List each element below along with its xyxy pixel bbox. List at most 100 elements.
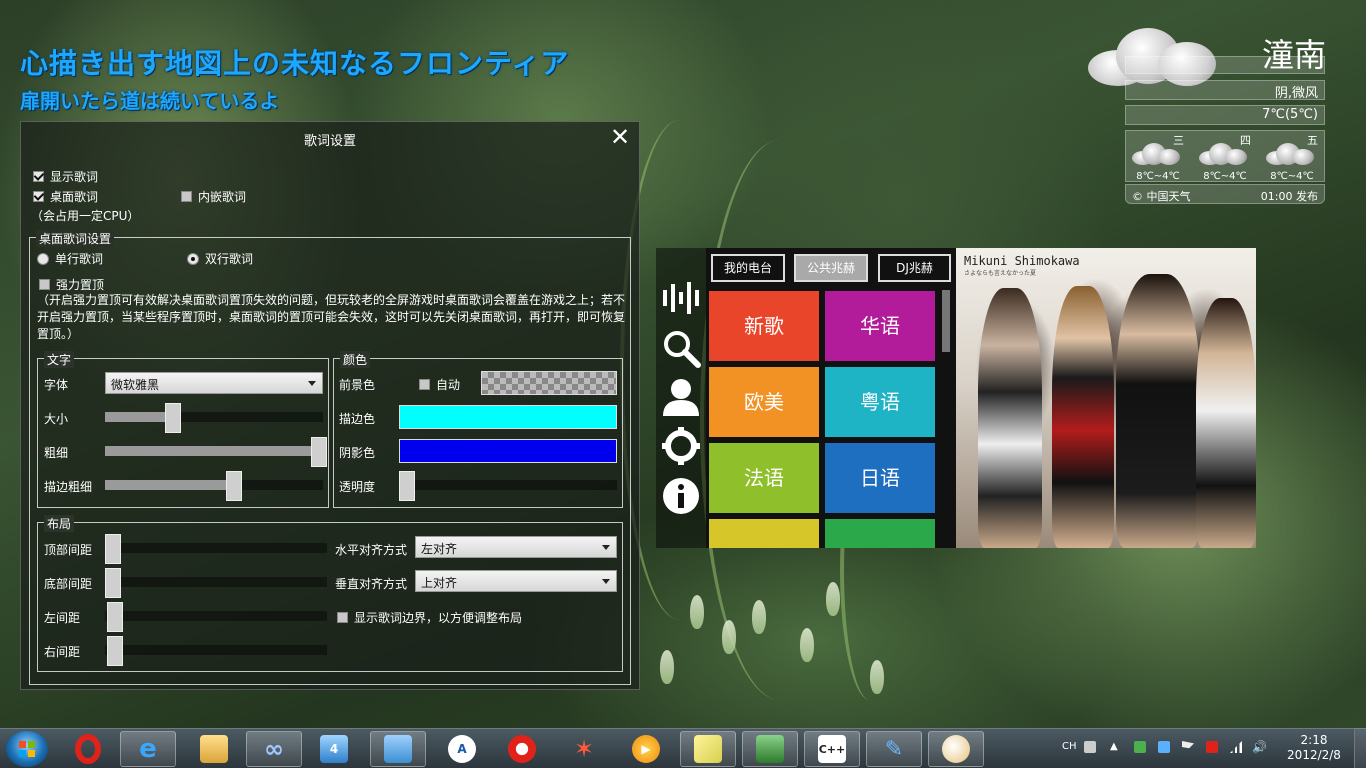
stroke-width-slider[interactable]	[105, 471, 323, 501]
taskbar-media-player[interactable]: ▶	[618, 731, 674, 767]
slider-thumb[interactable]	[310, 437, 327, 467]
slider-thumb[interactable]	[105, 534, 121, 564]
alert-icon[interactable]	[1206, 741, 1218, 753]
flower-bud	[722, 620, 736, 654]
radio-circle[interactable]	[37, 252, 49, 265]
flower-bud	[660, 650, 674, 684]
channel-tile[interactable]: 法语	[709, 443, 819, 513]
taskbar-explorer[interactable]	[186, 731, 242, 767]
double-line-radio[interactable]: 双行歌词	[187, 250, 253, 267]
start-button[interactable]	[6, 731, 48, 767]
info-icon[interactable]	[661, 476, 701, 516]
checkbox-box[interactable]	[337, 612, 348, 623]
show-hidden-icons[interactable]: ▲	[1110, 741, 1118, 752]
tab-dj-radio[interactable]: DJ兆赫	[878, 254, 951, 282]
channel-tile-partial[interactable]	[825, 519, 935, 548]
opacity-label: 透明度	[339, 480, 376, 494]
top-margin-slider[interactable]	[105, 534, 327, 564]
h-align-select[interactable]: 左对齐	[415, 536, 617, 558]
size-label: 大小	[44, 412, 69, 426]
stroke-color-label: 描边色	[339, 412, 376, 426]
clock-date: 2012/2/8	[1287, 748, 1341, 762]
taskbar-pen-app[interactable]: ✎	[866, 731, 922, 767]
search-icon[interactable]	[661, 328, 701, 368]
user-icon[interactable]	[661, 376, 701, 416]
size-slider[interactable]	[105, 403, 323, 433]
right-margin-slider[interactable]	[105, 636, 327, 666]
weather-condition: 阴,微风	[1125, 80, 1325, 101]
left-margin-slider[interactable]	[105, 602, 327, 632]
forecast-day: 五 8℃~4℃	[1260, 131, 1324, 183]
channel-tile[interactable]: 日语	[825, 443, 935, 513]
taskbar-paint[interactable]	[928, 731, 984, 767]
force-top-checkbox[interactable]: 强力置顶	[39, 276, 104, 293]
taskbar-app-4[interactable]: 4	[306, 731, 362, 767]
group-legend: 布局	[44, 515, 75, 532]
font-select-value: 微软雅黑	[111, 378, 160, 392]
channel-tile[interactable]: 新歌	[709, 291, 819, 361]
checkbox-box[interactable]	[181, 191, 192, 202]
show-lyrics-checkbox[interactable]: 显示歌词	[33, 168, 98, 185]
taskbar-weibo[interactable]	[494, 731, 550, 767]
taskbar-app-a[interactable]: A	[434, 731, 490, 767]
taskbar-app-window[interactable]	[370, 731, 426, 767]
weight-slider[interactable]	[105, 437, 327, 467]
taskbar-opera[interactable]	[60, 731, 116, 767]
weather-source: © 中国天气	[1132, 190, 1191, 203]
taskbar-cpp-editor[interactable]: C++	[804, 731, 860, 767]
slider-thumb[interactable]	[164, 403, 181, 433]
auto-color-checkbox[interactable]: 自动	[419, 376, 460, 393]
v-align-select[interactable]: 上对齐	[415, 570, 617, 592]
equalizer-icon[interactable]	[661, 278, 701, 318]
foreground-color-swatch[interactable]	[481, 371, 617, 395]
shadow-color-swatch[interactable]	[399, 439, 617, 463]
checkbox-box[interactable]	[39, 279, 50, 290]
opacity-slider[interactable]	[399, 471, 617, 501]
volume-icon[interactable]: 🔊	[1252, 741, 1267, 753]
checkbox-box[interactable]	[33, 171, 44, 182]
channel-tile[interactable]: 华语	[825, 291, 935, 361]
bottom-margin-slider[interactable]	[105, 568, 327, 598]
taskbar-computer[interactable]	[742, 731, 798, 767]
taskbar-app-star[interactable]: ✶	[556, 731, 612, 767]
gear-icon[interactable]	[661, 426, 701, 466]
show-desktop-button[interactable]	[1354, 728, 1366, 768]
player-scrollbar[interactable]	[942, 290, 950, 352]
close-icon[interactable]: ✕	[607, 124, 633, 150]
tab-my-radio[interactable]: 我的电台	[711, 254, 785, 282]
language-indicator[interactable]: CH	[1062, 741, 1077, 752]
radio-circle[interactable]	[187, 252, 199, 265]
shadow-color-label: 阴影色	[339, 446, 376, 460]
font-select[interactable]: 微软雅黑	[105, 372, 323, 394]
tab-public-radio[interactable]: 公共兆赫	[794, 254, 868, 282]
keyboard-icon[interactable]	[1084, 741, 1096, 753]
taskbar-app-infinity[interactable]: ∞	[246, 731, 302, 767]
checkbox-box[interactable]	[419, 379, 430, 390]
slider-thumb[interactable]	[105, 568, 121, 598]
checkbox-box[interactable]	[33, 191, 44, 202]
checkbox-label: 显示歌词	[50, 170, 99, 184]
slider-thumb[interactable]	[399, 471, 415, 501]
network-app-icon[interactable]	[1158, 741, 1170, 753]
channel-tile-partial[interactable]	[709, 519, 819, 548]
slider-thumb[interactable]	[107, 636, 123, 666]
security-icon[interactable]	[1134, 741, 1146, 753]
channel-tile[interactable]: 欧美	[709, 367, 819, 437]
taskbar-ie[interactable]: e	[120, 731, 176, 767]
album-cover: Mikuni Shimokawa さよならも言えなかった夏	[956, 248, 1256, 548]
cloud-icon	[1199, 141, 1247, 165]
slider-thumb[interactable]	[107, 602, 123, 632]
forecast-temp: 8℃~4℃	[1203, 171, 1247, 182]
slider-thumb[interactable]	[225, 471, 242, 501]
dialog-title: 歌词设置	[303, 134, 356, 149]
stroke-color-swatch[interactable]	[399, 405, 617, 429]
channel-tile[interactable]: 粤语	[825, 367, 935, 437]
single-line-radio[interactable]: 单行歌词	[37, 250, 103, 267]
opera-icon	[75, 734, 101, 764]
clock[interactable]: 2:18 2012/2/8	[1284, 733, 1344, 763]
taskbar-sticky-notes[interactable]	[680, 731, 736, 767]
font-label: 字体	[44, 378, 69, 392]
embedded-lyrics-checkbox[interactable]: 内嵌歌词	[181, 188, 246, 205]
desktop-lyrics-checkbox[interactable]: 桌面歌词	[33, 188, 98, 205]
show-border-checkbox[interactable]: 显示歌词边界，以方便调整布局	[337, 609, 522, 626]
